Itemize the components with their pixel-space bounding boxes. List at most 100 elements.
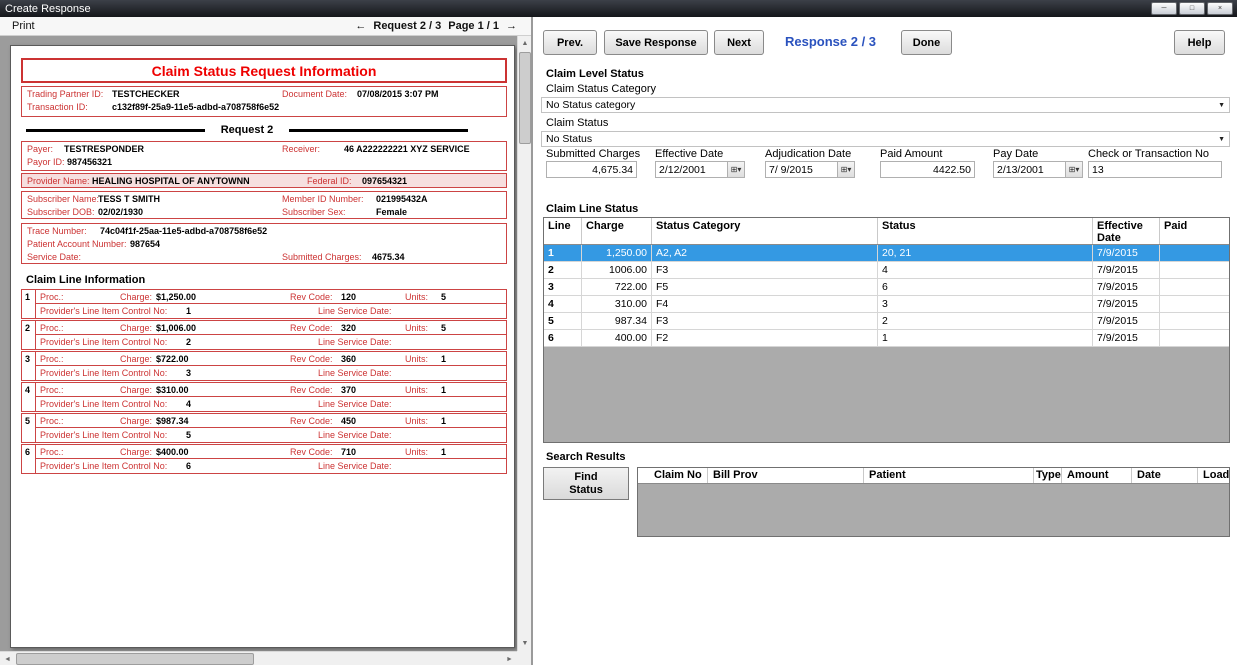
rev-code-value: 320 — [341, 323, 356, 333]
control-no-label: Provider's Line Item Control No: — [40, 306, 167, 316]
maximize-button[interactable]: □ — [1179, 2, 1205, 15]
print-menu[interactable]: Print — [12, 20, 35, 32]
save-response-button[interactable]: Save Response — [604, 30, 708, 55]
column-header-bill-prov: Bill Prov — [708, 468, 864, 483]
payer-label: Payer: — [27, 144, 53, 154]
adjudication-date-dropdown-button[interactable]: ⊞▾ — [837, 162, 854, 177]
cell-line: 6 — [544, 330, 582, 346]
help-button-label: Help — [1188, 37, 1212, 49]
cell-status-category: F5 — [652, 279, 878, 295]
control-no-label: Provider's Line Item Control No: — [40, 461, 167, 471]
next-button[interactable]: Next — [714, 30, 764, 55]
scroll-down-button[interactable]: ▼ — [518, 636, 532, 651]
done-button[interactable]: Done — [901, 30, 952, 55]
payer-value: TESTRESPONDER — [64, 144, 144, 154]
subscriber-box: Subscriber Name: TESS T SMITH Member ID … — [21, 191, 507, 219]
proc-label: Proc.: — [40, 447, 64, 457]
provider-name-value: HEALING HOSPITAL OF ANYTOWNN — [92, 176, 250, 186]
document-navigation: ← Request 2 / 3 Page 1 / 1 → — [355, 20, 517, 32]
claim-level-status-heading: Claim Level Status — [546, 68, 644, 80]
search-results-header: Claim No Bill Prov Patient Type Amount D… — [638, 468, 1229, 484]
close-button[interactable]: × — [1207, 2, 1233, 15]
effective-date-picker[interactable]: 2/12/2001 ⊞▾ — [655, 161, 745, 178]
effective-date-dropdown-button[interactable]: ⊞▾ — [727, 162, 744, 177]
paid-amount-input[interactable] — [880, 161, 975, 178]
scroll-up-button[interactable]: ▲ — [518, 36, 532, 51]
claim-line-number: 2 — [22, 321, 36, 349]
column-header-charge: Charge — [582, 218, 652, 244]
table-row[interactable]: 2 1006.00 F3 4 7/9/2015 — [544, 262, 1229, 279]
line-service-date-label: Line Service Date: — [318, 306, 392, 316]
minimize-button[interactable]: ─ — [1151, 2, 1177, 15]
close-icon: × — [1218, 5, 1222, 12]
service-date-label: Service Date: — [27, 252, 81, 262]
claim-line-5: 5 Proc.: Charge: $987.34 Rev Code: 450 U… — [21, 413, 507, 443]
claim-line-number: 1 — [22, 290, 36, 318]
cell-effective-date: 7/9/2015 — [1093, 296, 1160, 312]
scroll-right-button[interactable]: ► — [502, 652, 517, 666]
control-no-label: Provider's Line Item Control No: — [40, 368, 167, 378]
cell-effective-date: 7/9/2015 — [1093, 313, 1160, 329]
control-no-label: Provider's Line Item Control No: — [40, 399, 167, 409]
vertical-scrollbar[interactable]: ▲ ▼ — [517, 36, 531, 651]
claim-status-category-combo[interactable]: No Status category ▼ — [541, 97, 1230, 113]
trace-number-label: Trace Number: — [27, 226, 87, 236]
claim-line-information-heading: Claim Line Information — [26, 274, 145, 286]
scroll-down-icon: ▼ — [522, 640, 529, 647]
cell-status: 3 — [878, 296, 1093, 312]
pay-date-dropdown-button[interactable]: ⊞▾ — [1065, 162, 1082, 177]
column-header-status: Status — [878, 218, 1093, 244]
table-row[interactable]: 1 1,250.00 A2, A2 20, 21 7/9/2015 — [544, 245, 1229, 262]
search-results-heading: Search Results — [546, 451, 625, 463]
claim-status-category-value: No Status category — [546, 99, 635, 111]
cell-charge: 1,250.00 — [582, 245, 652, 261]
payor-id-value: 987456321 — [67, 157, 112, 167]
dropdown-arrow-icon: ▾ — [737, 165, 741, 174]
find-status-button[interactable]: Find Status — [543, 467, 629, 500]
scroll-left-button[interactable]: ◄ — [0, 652, 15, 666]
charge-value: $400.00 — [156, 447, 189, 457]
adjudication-date-field-label: Adjudication Date — [765, 148, 851, 160]
subscriber-name-value: TESS T SMITH — [98, 194, 160, 204]
submitted-charges-field-label: Submitted Charges — [546, 148, 640, 160]
prev-button[interactable]: Prev. — [543, 30, 597, 55]
scroll-left-icon: ◄ — [4, 656, 11, 663]
proc-label: Proc.: — [40, 416, 64, 426]
pay-date-picker[interactable]: 2/13/2001 ⊞▾ — [993, 161, 1083, 178]
cell-status: 20, 21 — [878, 245, 1093, 261]
claim-line-3: 3 Proc.: Charge: $722.00 Rev Code: 360 U… — [21, 351, 507, 381]
horizontal-scrollbar[interactable]: ◄ ► — [0, 651, 517, 665]
subscriber-sex-value: Female — [376, 207, 407, 217]
charge-label: Charge: — [120, 447, 152, 457]
control-no-value: 6 — [186, 461, 191, 471]
units-label: Units: — [405, 416, 428, 426]
claim-line-status-heading: Claim Line Status — [546, 203, 638, 215]
check-no-input[interactable] — [1088, 161, 1222, 178]
vertical-scroll-thumb[interactable] — [519, 52, 531, 144]
trace-box: Trace Number: 74c04f1f-25aa-11e5-adbd-a7… — [21, 223, 507, 264]
table-row[interactable]: 6 400.00 F2 1 7/9/2015 — [544, 330, 1229, 347]
table-row[interactable]: 3 722.00 F5 6 7/9/2015 — [544, 279, 1229, 296]
proc-label: Proc.: — [40, 354, 64, 364]
combo-dropdown-icon: ▼ — [1218, 102, 1225, 109]
submitted-charges-input[interactable] — [546, 161, 637, 178]
claim-status-combo[interactable]: No Status ▼ — [541, 131, 1230, 147]
units-value: 1 — [441, 416, 446, 426]
help-button[interactable]: Help — [1174, 30, 1225, 55]
proc-label: Proc.: — [40, 323, 64, 333]
claim-line-1: 1 Proc.: Charge: $1,250.00 Rev Code: 120… — [21, 289, 507, 319]
table-row[interactable]: 5 987.34 F3 2 7/9/2015 — [544, 313, 1229, 330]
adjudication-date-picker[interactable]: 7/ 9/2015 ⊞▾ — [765, 161, 855, 178]
cell-charge: 310.00 — [582, 296, 652, 312]
claim-status-value: No Status — [546, 133, 592, 145]
prev-request-arrow-icon[interactable]: ← — [355, 20, 366, 32]
cell-status-category: F3 — [652, 313, 878, 329]
next-request-arrow-icon[interactable]: → — [506, 20, 517, 32]
rev-code-label: Rev Code: — [290, 354, 333, 364]
receiver-label: Receiver: — [282, 144, 320, 154]
cell-status-category: F3 — [652, 262, 878, 278]
effective-date-field-label: Effective Date — [655, 148, 723, 160]
horizontal-scroll-thumb[interactable] — [16, 653, 254, 665]
table-row[interactable]: 4 310.00 F4 3 7/9/2015 — [544, 296, 1229, 313]
subscriber-dob-value: 02/02/1930 — [98, 207, 143, 217]
